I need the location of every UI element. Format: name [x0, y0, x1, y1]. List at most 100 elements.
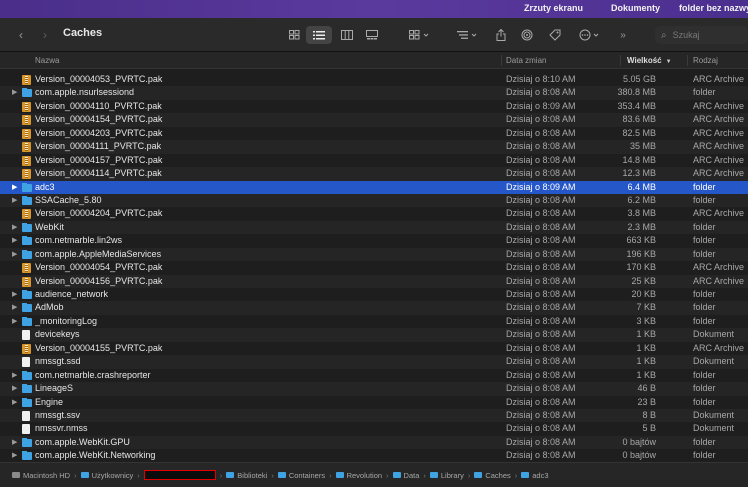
disclosure-triangle-icon[interactable]: ▶: [12, 248, 20, 261]
file-row[interactable]: Version_00004114_PVRTC.pak Dzisiaj o 8:08…: [0, 167, 748, 181]
file-row[interactable]: Version_00004154_PVRTC.pak Dzisiaj o 8:08…: [0, 113, 748, 127]
airdrop-icon: [521, 29, 533, 41]
forward-button[interactable]: ›: [38, 26, 52, 44]
folder-row[interactable]: ▶ com.apple.nsurlsessiond Dzisiaj o 8:08 A…: [0, 86, 748, 100]
folder-icon: [226, 472, 235, 478]
desktop-item-zrzuty[interactable]: Zrzuty ekranu: [524, 3, 583, 13]
disclosure-triangle-icon[interactable]: ▶: [12, 86, 20, 99]
airdrop-button[interactable]: [518, 26, 536, 44]
column-divider[interactable]: [687, 55, 688, 66]
disclosure-triangle-icon[interactable]: ▶: [12, 194, 20, 207]
path-item-label: Data: [403, 470, 420, 480]
back-button[interactable]: ‹: [14, 26, 28, 44]
disclosure-triangle-icon[interactable]: ▶: [12, 288, 20, 301]
disclosure-triangle-icon[interactable]: ▶: [12, 301, 20, 314]
column-divider[interactable]: [620, 55, 621, 66]
disclosure-triangle-icon[interactable]: ▶: [12, 315, 20, 328]
column-divider[interactable]: [501, 55, 502, 66]
folder-row[interactable]: ▶ com.apple.WebKit.Networking Dzisiaj o 8:…: [0, 449, 748, 462]
folder-row[interactable]: ▶ com.apple.AppleMediaServices Dzisiaj o 8…: [0, 247, 748, 262]
group-button[interactable]: [402, 26, 438, 44]
path-item[interactable]: Library: [429, 471, 464, 480]
folder-row[interactable]: ▶ WebKit Dzisiaj o 8:08 AM 2.3 MB folder: [0, 220, 748, 235]
file-row[interactable]: nmssgt.ssv Dzisiaj o 8:08 AM 8 B Dokument: [0, 408, 748, 423]
col-date-header[interactable]: Data zmian: [506, 56, 546, 65]
folder-row[interactable]: ▶ LineageS Dzisiaj o 8:08 AM 46 Bfolder: [0, 382, 748, 396]
file-icon-cell: [22, 303, 32, 313]
path-item[interactable]: Caches: [474, 470, 511, 480]
file-icon-cell: [22, 263, 32, 274]
desktop-item-dokumenty[interactable]: Dokumenty: [611, 3, 660, 13]
disclosure-triangle-icon[interactable]: ▶: [12, 449, 20, 462]
gallery-view-button[interactable]: [361, 26, 383, 44]
folder-row[interactable]: ▶ _monitoringLog Dzisiaj o 8:08 AM 3 KB fold…: [0, 315, 748, 328]
search-field[interactable]: ⌕ Szukaj: [655, 26, 748, 44]
path-item[interactable]: Containers: [277, 471, 325, 480]
file-icon-cell: [22, 410, 32, 421]
file-name: AdMob: [35, 302, 64, 313]
disclosure-triangle-icon[interactable]: ▶: [12, 181, 20, 194]
path-item[interactable]: Biblioteki: [226, 471, 267, 480]
file-row[interactable]: Version_00004053_PVRTC.pak Dzisiaj o 8:10…: [0, 73, 748, 86]
folder-row[interactable]: ▶ com.netmarble.lin2ws Dzisiaj o 8:08 AM 66…: [0, 234, 748, 247]
disclosure-triangle-icon[interactable]: ▶: [12, 382, 20, 395]
action-menu-button[interactable]: [576, 26, 604, 44]
path-item[interactable]: Macintosh HD: [12, 471, 70, 480]
file-name: com.apple.nsurlsessiond: [35, 87, 135, 98]
folder-row[interactable]: ▶ com.netmarble.crashreporter Dzisiaj o 8:…: [0, 369, 748, 382]
path-item[interactable]: adc3: [521, 471, 549, 480]
file-icon-cell: [22, 370, 32, 381]
col-size-header[interactable]: Wielkość ▼: [627, 56, 672, 65]
icon-view-button[interactable]: [283, 26, 305, 44]
folder-row[interactable]: ▶ adc3 Dzisiaj o 8:09 AM 6.4 MB folder: [0, 180, 748, 194]
file-row[interactable]: Version_00004111_PVRTC.pak Dzisiaj o 8:08…: [0, 140, 748, 154]
file-row[interactable]: Version_00004110_PVRTC.pak Dzisiaj o 8:09…: [0, 100, 748, 113]
file-size: 3.8 MB: [627, 208, 656, 219]
desktop-item-folder[interactable]: folder bez nazwy: [679, 3, 748, 13]
folder-icon: [392, 472, 401, 478]
col-kind-header[interactable]: Rodzaj: [693, 56, 718, 65]
col-name-header[interactable]: Nazwa: [35, 56, 59, 65]
path-item[interactable]: Użytkownicy: [80, 471, 133, 480]
disclosure-triangle-icon[interactable]: ▶: [12, 221, 20, 234]
list-view-button[interactable]: [306, 26, 332, 44]
path-item-label: Caches: [485, 470, 511, 480]
folder-row[interactable]: ▶ AdMob Dzisiaj o 8:08 AM 7 KB folder: [0, 301, 748, 315]
file-row[interactable]: Version_00004204_PVRTC.pak Dzisiaj o 8:08…: [0, 207, 748, 220]
column-view-button[interactable]: [336, 26, 358, 44]
sort-button[interactable]: [454, 26, 482, 44]
file-size: 1 KB: [636, 356, 656, 367]
tags-button[interactable]: [546, 26, 564, 44]
file-list[interactable]: Version_00004053_PVRTC.pak Dzisiaj o 8:10…: [0, 73, 748, 462]
file-row[interactable]: Version_00004155_PVRTC.pak Dzisiaj o 8:08…: [0, 342, 748, 355]
share-button[interactable]: [492, 26, 510, 44]
disclosure-triangle-icon[interactable]: ▶: [12, 369, 20, 382]
list-icon: [313, 30, 325, 39]
folder-row[interactable]: ▶ audience_network Dzisiaj o 8:08 AM 20 KB f…: [0, 288, 748, 301]
desktop-strip: Zrzuty ekranu Dokumenty folder bez nazwy: [0, 0, 748, 18]
file-row[interactable]: nmssgt.ssd Dzisiaj o 8:08 AM 1 KB Dokument: [0, 355, 748, 369]
file-row[interactable]: Version_00004054_PVRTC.pak Dzisiaj o 8:08…: [0, 261, 748, 274]
disclosure-triangle-icon[interactable]: ▶: [12, 436, 20, 449]
file-row[interactable]: devicekeys Dzisiaj o 8:08 AM 1 KB Dokument: [0, 328, 748, 342]
disclosure-triangle-icon[interactable]: ▶: [12, 396, 20, 409]
document-icon: [22, 330, 30, 341]
folder-row[interactable]: ▶ Engine Dzisiaj o 8:08 AM 23 Bfolder: [0, 396, 748, 409]
folder-icon: [22, 303, 32, 313]
disclosure-triangle-icon[interactable]: ▶: [12, 234, 20, 247]
file-row[interactable]: Version_00004203_PVRTC.pak Dzisiaj o 8:08…: [0, 127, 748, 140]
path-item[interactable]: Revolution: [335, 471, 382, 480]
folder-icon: [22, 249, 32, 259]
file-icon-cell: [22, 290, 32, 300]
file-row[interactable]: nmssvr.nmss Dzisiaj o 8:08 AM 5 B Dokument: [0, 422, 748, 435]
file-row[interactable]: Version_00004157_PVRTC.pak Dzisiaj o 8:08…: [0, 154, 748, 167]
file-size: 23 B: [637, 396, 656, 407]
folder-icon: [22, 88, 32, 98]
more-button[interactable]: »: [616, 26, 630, 44]
folder-row[interactable]: ▶ SSACache_5.80 Dzisiaj o 8:08 AM 6.2 MB fol…: [0, 193, 748, 208]
file-kind: folder: [693, 315, 716, 326]
path-item[interactable]: Data: [392, 470, 420, 480]
file-row[interactable]: Version_00004156_PVRTC.pak Dzisiaj o 8:08…: [0, 274, 748, 288]
path-item[interactable]: [143, 470, 216, 480]
folder-row[interactable]: ▶ com.apple.WebKit.GPU Dzisiaj o 8:08 AM 0 …: [0, 435, 748, 450]
